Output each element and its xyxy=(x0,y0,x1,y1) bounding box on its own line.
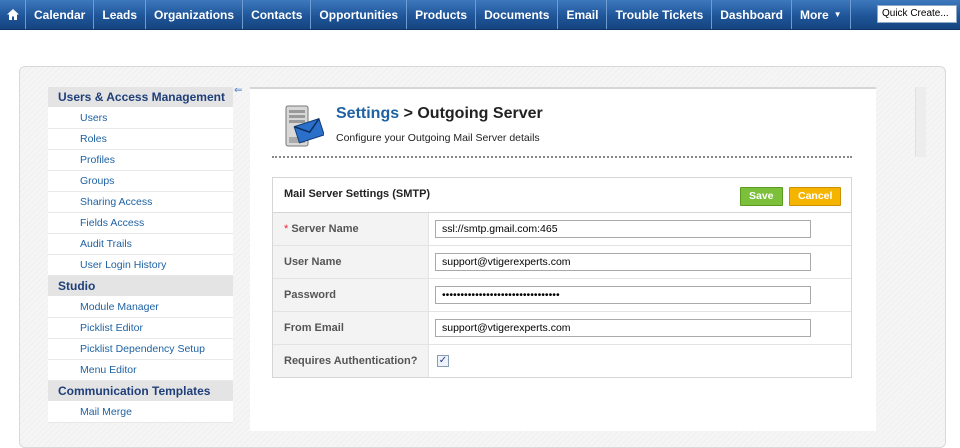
sidebar-item-user-login-history[interactable]: User Login History xyxy=(48,255,233,276)
server-name-label-text: Server Name xyxy=(291,223,359,235)
sidebar-item-roles[interactable]: Roles xyxy=(48,129,233,150)
settings-sidebar: Users & Access Management Users Roles Pr… xyxy=(48,87,233,429)
user-name-input[interactable] xyxy=(435,253,811,271)
home-icon xyxy=(6,9,19,20)
user-name-label: User Name xyxy=(273,246,429,278)
tab-email[interactable]: Email xyxy=(558,0,608,29)
form-header: Mail Server Settings (SMTP) Save Cancel xyxy=(273,178,851,213)
sidebar-item-profiles[interactable]: Profiles xyxy=(48,150,233,171)
tab-organizations[interactable]: Organizations xyxy=(146,0,244,29)
page-title: Settings > Outgoing Server xyxy=(336,105,543,123)
tab-calendar[interactable]: Calendar xyxy=(26,0,95,29)
sidebar-item-module-manager[interactable]: Module Manager xyxy=(48,297,233,318)
tab-more-label: More xyxy=(799,7,829,22)
scrollbar[interactable] xyxy=(915,87,926,157)
tab-trouble-tickets[interactable]: Trouble Tickets xyxy=(607,0,713,29)
collapse-sidebar-icon[interactable]: ⇐ xyxy=(234,85,242,96)
from-email-input[interactable] xyxy=(435,319,811,337)
sidebar-item-picklist-editor[interactable]: Picklist Editor xyxy=(48,318,233,339)
from-email-row: From Email xyxy=(273,312,851,345)
server-name-input[interactable] xyxy=(435,220,811,238)
sidebar-item-audit-trails[interactable]: Audit Trails xyxy=(48,234,233,255)
tab-opportunities[interactable]: Opportunities xyxy=(311,0,408,29)
sidebar-section-studio: Studio xyxy=(48,276,233,297)
main-navigation: Calendar Leads Organizations Contacts Op… xyxy=(0,0,960,30)
breadcrumb-separator: > xyxy=(399,105,418,122)
server-name-label: * Server Name xyxy=(273,213,429,245)
sidebar-item-menu-editor[interactable]: Menu Editor xyxy=(48,360,233,381)
sidebar-item-sharing-access[interactable]: Sharing Access xyxy=(48,192,233,213)
requires-auth-row: Requires Authentication? ✓ xyxy=(273,345,851,377)
tab-products[interactable]: Products xyxy=(407,0,477,29)
divider xyxy=(272,156,852,158)
sidebar-section-users-access: Users & Access Management xyxy=(48,87,233,108)
cancel-button[interactable]: Cancel xyxy=(789,187,842,206)
password-row: Password xyxy=(273,279,851,312)
requires-auth-label: Requires Authentication? xyxy=(273,345,429,377)
password-input[interactable] xyxy=(435,286,811,304)
sidebar-item-groups[interactable]: Groups xyxy=(48,171,233,192)
sidebar-section-communication-templates: Communication Templates xyxy=(48,381,233,402)
sidebar-item-users[interactable]: Users xyxy=(48,108,233,129)
from-email-label: From Email xyxy=(273,312,429,344)
requires-auth-checkbox[interactable]: ✓ xyxy=(437,355,449,367)
tab-more[interactable]: More ▼ xyxy=(792,0,851,29)
tab-leads[interactable]: Leads xyxy=(94,0,147,29)
tab-contacts[interactable]: Contacts xyxy=(243,0,312,29)
sidebar-item-picklist-dependency[interactable]: Picklist Dependency Setup xyxy=(48,339,233,360)
checkmark-icon: ✓ xyxy=(438,355,448,366)
form-title: Mail Server Settings (SMTP) xyxy=(284,188,431,200)
server-name-row: * Server Name xyxy=(273,213,851,246)
home-button[interactable] xyxy=(0,0,26,29)
smtp-settings-form: Mail Server Settings (SMTP) Save Cancel … xyxy=(272,177,852,378)
chevron-down-icon: ▼ xyxy=(833,10,842,19)
mail-server-icon xyxy=(285,105,324,147)
sidebar-item-fields-access[interactable]: Fields Access xyxy=(48,213,233,234)
save-button[interactable]: Save xyxy=(740,187,783,206)
quick-create-select[interactable]: Quick Create... xyxy=(877,5,957,23)
tab-documents[interactable]: Documents xyxy=(476,0,559,29)
user-name-row: User Name xyxy=(273,246,851,279)
password-label: Password xyxy=(273,279,429,311)
page-subtitle: Configure your Outgoing Mail Server deta… xyxy=(336,132,540,144)
breadcrumb-settings-link[interactable]: Settings xyxy=(336,105,399,122)
required-marker: * xyxy=(284,223,289,235)
sidebar-item-mail-merge[interactable]: Mail Merge xyxy=(48,402,233,423)
page-title-text: Outgoing Server xyxy=(417,105,543,122)
tab-dashboard[interactable]: Dashboard xyxy=(712,0,792,29)
